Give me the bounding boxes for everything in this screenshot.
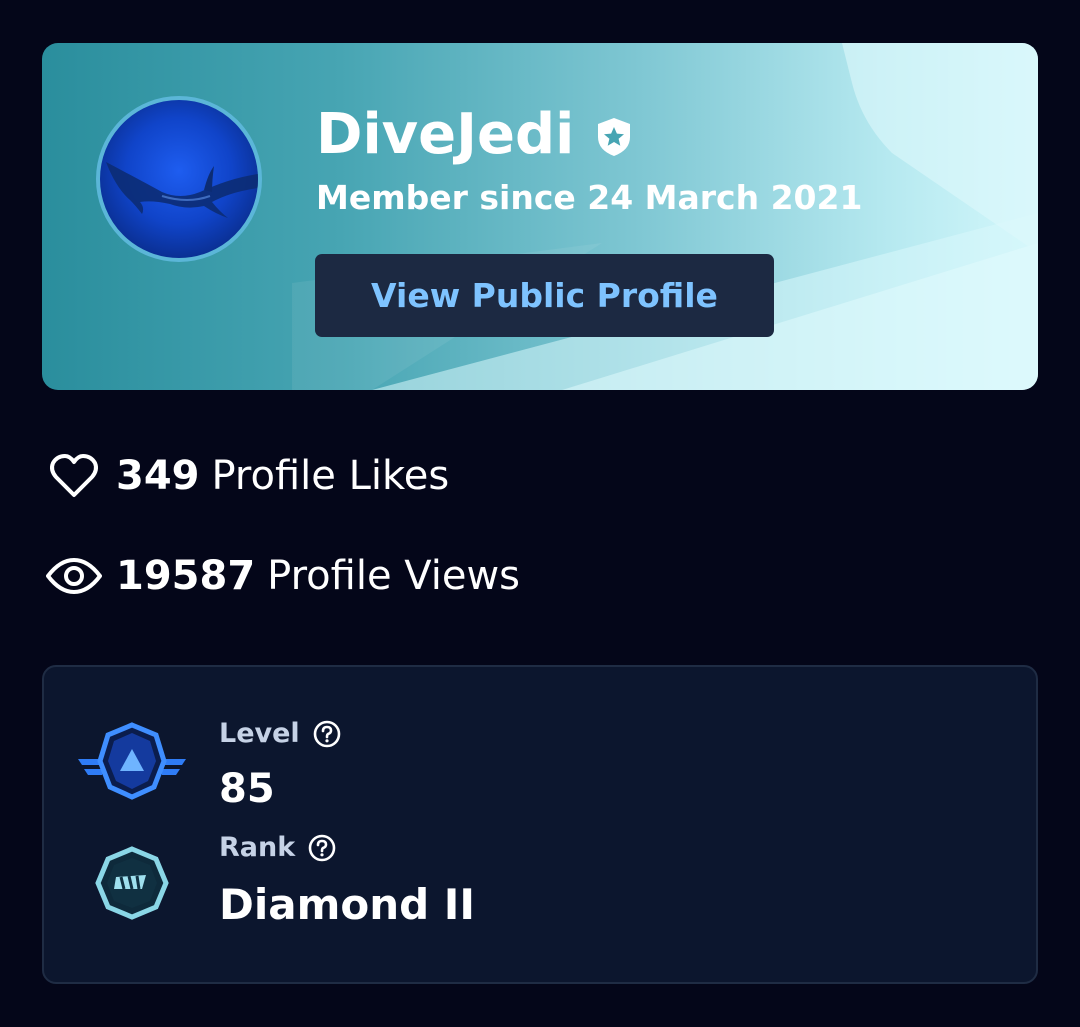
likes-count: 349 <box>116 453 200 499</box>
view-public-profile-button[interactable]: View Public Profile <box>315 254 774 337</box>
rank-value: Diamond II <box>219 880 476 929</box>
heart-outline-icon[interactable] <box>46 448 102 504</box>
avatar[interactable] <box>96 96 262 262</box>
profile-header-card: DiveJedi Member since 24 March 2021 View… <box>42 43 1038 390</box>
level-value: 85 <box>219 766 275 812</box>
shark-avatar-image <box>106 162 258 218</box>
help-circle-icon[interactable] <box>307 833 337 863</box>
level-label-row: Level <box>219 715 342 753</box>
rank-label-row: Rank <box>219 829 337 867</box>
shield-star-icon <box>598 118 631 156</box>
username: DiveJedi <box>316 102 575 167</box>
views-label: Profile Views <box>267 553 521 599</box>
level-rank-card: Level 85 Rank Diamond II <box>42 665 1038 984</box>
views-count: 19587 <box>116 553 256 599</box>
username-row: DiveJedi <box>316 101 634 169</box>
diamond-rank-badge-icon <box>95 846 169 920</box>
eye-icon <box>46 558 102 594</box>
likes-label: Profile Likes <box>211 453 450 499</box>
level-badge-icon <box>78 722 186 800</box>
profile-likes-stat: 349 Profile Likes <box>46 448 449 504</box>
level-label: Level <box>219 718 300 749</box>
help-circle-icon[interactable] <box>312 719 342 749</box>
profile-views-stat: 19587 Profile Views <box>46 548 520 604</box>
rank-label: Rank <box>219 832 296 863</box>
profile-page: DiveJedi Member since 24 March 2021 View… <box>0 0 1080 1027</box>
member-since-text: Member since 24 March 2021 <box>316 178 863 217</box>
